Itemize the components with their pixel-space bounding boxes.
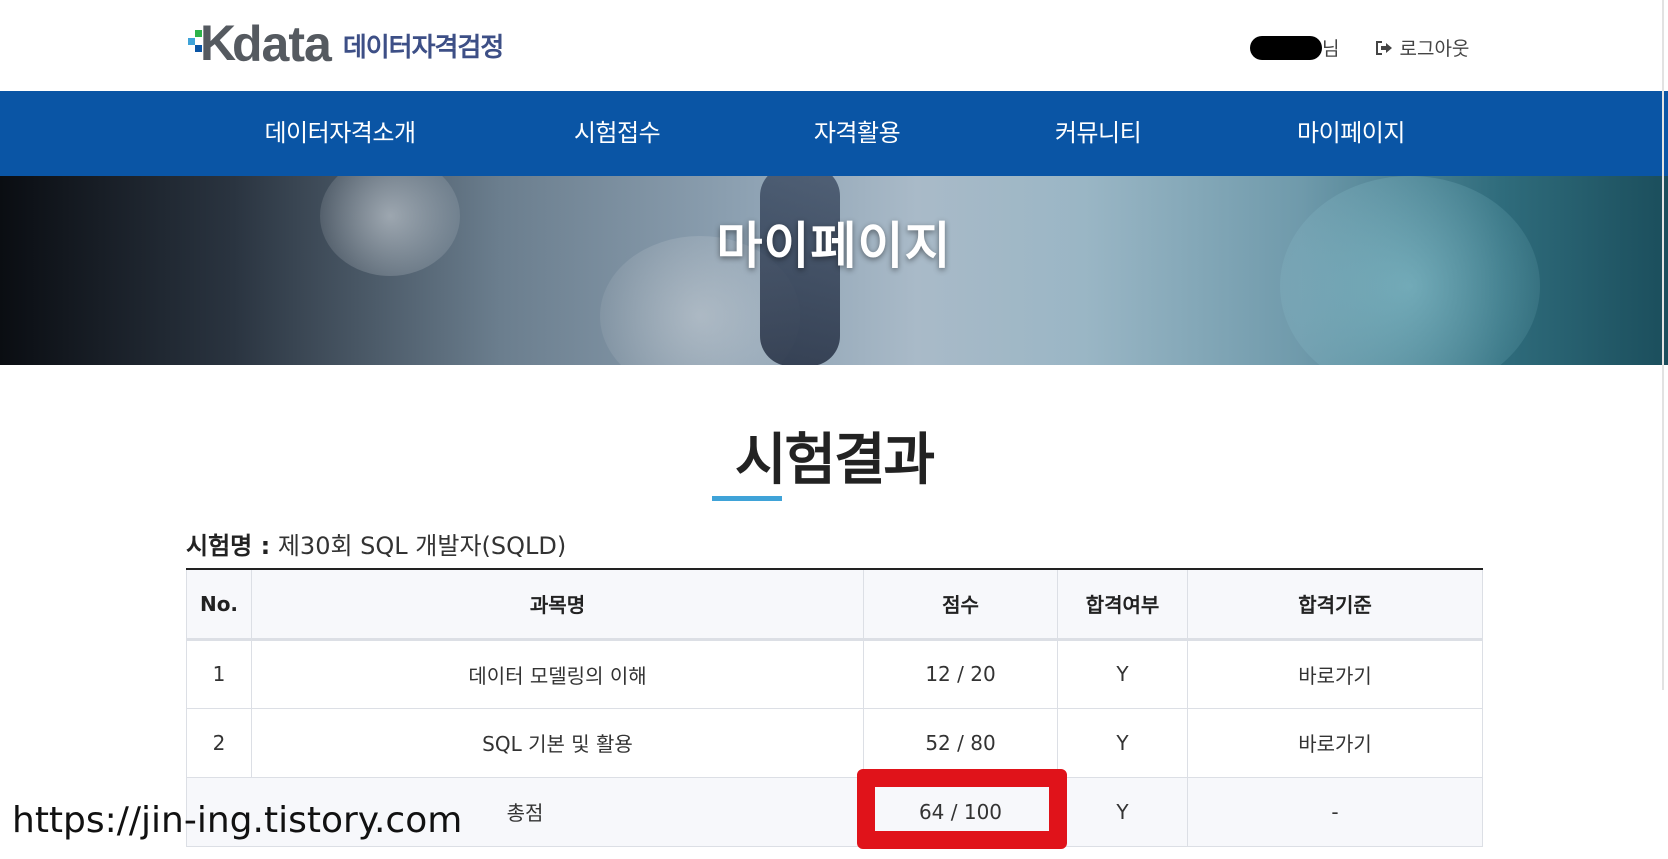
nav-item-data-qualification-intro[interactable]: 데이터자격소개 bbox=[264, 91, 416, 176]
page-title: 시험결과 bbox=[734, 428, 935, 493]
watermark-url: https://jin-ing.tistory.com bbox=[12, 800, 463, 841]
score-highlight-box bbox=[857, 769, 1067, 849]
nav-item-community[interactable]: 커뮤니티 bbox=[1055, 91, 1142, 176]
criteria-link[interactable]: 바로가기 bbox=[1187, 707, 1483, 778]
exam-name: 시험명 : 제30회 SQL 개발자(SQLD) bbox=[186, 526, 566, 561]
page-scrollbar[interactable] bbox=[1662, 0, 1664, 690]
nav-item-mypage[interactable]: 마이페이지 bbox=[1297, 91, 1405, 176]
cell-subject: 데이터 모델링의 이해 bbox=[251, 638, 864, 709]
logout-icon bbox=[1376, 40, 1393, 55]
banner-title: 마이페이지 bbox=[716, 217, 952, 275]
cell-no: 2 bbox=[186, 707, 252, 778]
cell-subject: SQL 기본 및 활용 bbox=[251, 707, 864, 778]
cell-total-criteria: - bbox=[1187, 776, 1483, 847]
title-underline bbox=[712, 496, 782, 501]
table-row: 1 데이터 모델링의 이해 12 / 20 Y 바로가기 bbox=[186, 638, 1483, 709]
col-header-subject: 과목명 bbox=[251, 568, 864, 641]
table-row: 2 SQL 기본 및 활용 52 / 80 Y 바로가기 bbox=[186, 707, 1483, 778]
logout-label: 로그아웃 bbox=[1399, 38, 1470, 60]
user-area: 님 로그아웃 bbox=[1250, 34, 1469, 61]
col-header-no: No. bbox=[186, 568, 252, 641]
cell-score: 52 / 80 bbox=[863, 707, 1058, 778]
kdata-logo[interactable]: K data 데이터자격검정 bbox=[186, 16, 504, 72]
main-nav: 데이터자격소개 시험접수 자격활용 커뮤니티 마이페이지 bbox=[0, 91, 1668, 176]
cell-pass: Y bbox=[1057, 707, 1188, 778]
col-header-score: 점수 bbox=[863, 568, 1058, 641]
cell-pass: Y bbox=[1057, 638, 1188, 709]
kdata-logo-mark: K bbox=[186, 18, 236, 68]
col-header-pass: 합격여부 bbox=[1057, 568, 1188, 641]
logo-word: data bbox=[232, 16, 332, 72]
page-banner: 마이페이지 bbox=[0, 176, 1668, 365]
cell-no: 1 bbox=[186, 638, 252, 709]
logo-k: K bbox=[200, 15, 237, 71]
nav-item-qualification-use[interactable]: 자격활용 bbox=[814, 91, 901, 176]
site-header: K data 데이터자격검정 님 로그아웃 bbox=[0, 0, 1668, 91]
table-header-row: No. 과목명 점수 합격여부 합격기준 bbox=[186, 568, 1483, 641]
criteria-link[interactable]: 바로가기 bbox=[1187, 638, 1483, 709]
col-header-criteria: 합격기준 bbox=[1187, 568, 1483, 641]
exam-name-label: 시험명 : bbox=[186, 532, 271, 560]
cell-total-pass: Y bbox=[1057, 776, 1188, 847]
cell-score: 12 / 20 bbox=[863, 638, 1058, 709]
logo-subtitle: 데이터자격검정 bbox=[342, 33, 504, 63]
nav-item-exam-registration[interactable]: 시험접수 bbox=[574, 91, 661, 176]
redacted-username bbox=[1250, 35, 1322, 60]
logout-link[interactable]: 로그아웃 bbox=[1375, 34, 1469, 61]
exam-name-value: 제30회 SQL 개발자(SQLD) bbox=[277, 532, 567, 560]
user-suffix: 님 bbox=[1322, 38, 1340, 60]
